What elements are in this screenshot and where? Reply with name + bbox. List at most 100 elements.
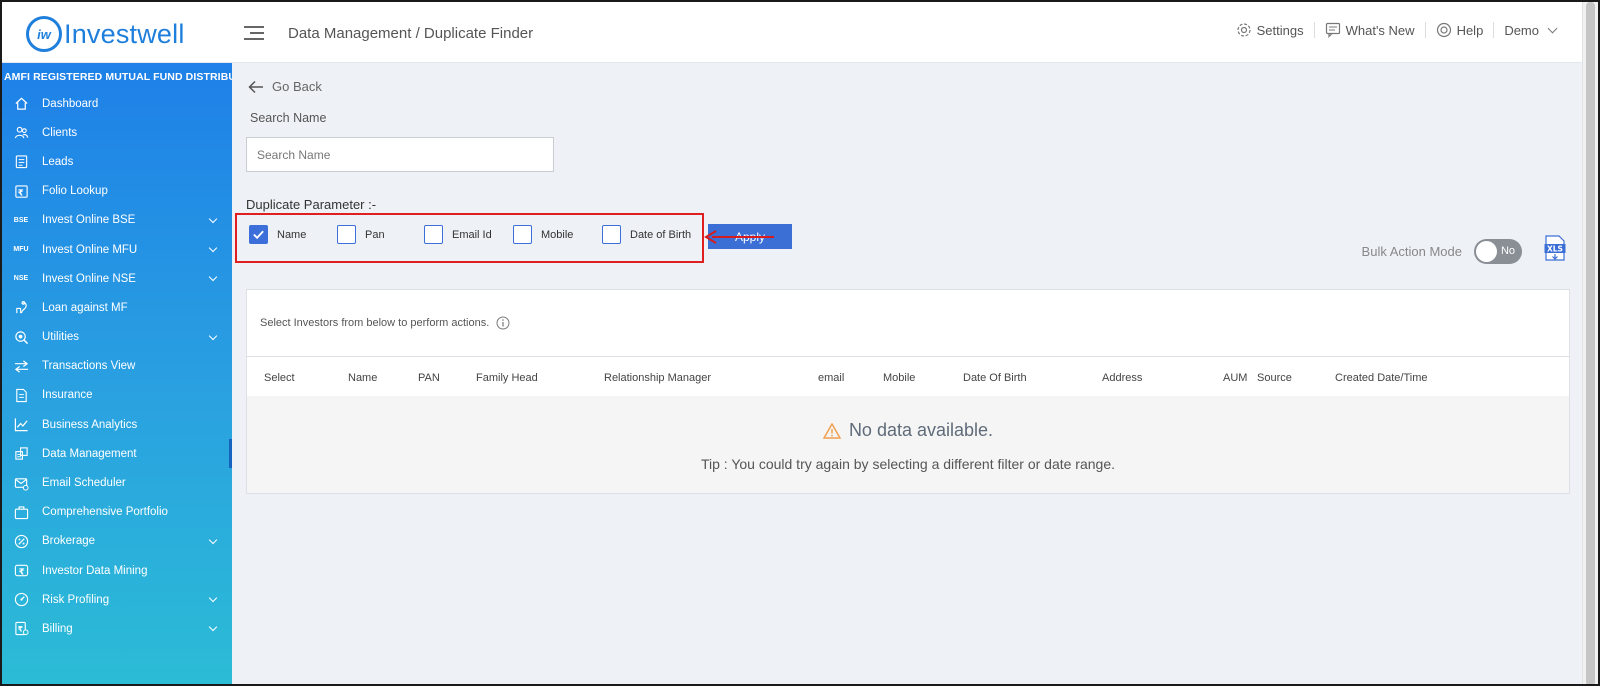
sidebar-item-dashboard[interactable]: Dashboard (2, 89, 232, 118)
chevron-down-icon (208, 243, 218, 253)
scrollbar-thumb[interactable] (1586, 2, 1595, 684)
sidebar-item-insurance[interactable]: Insurance (2, 381, 232, 410)
info-icon[interactable] (496, 316, 510, 330)
chevron-down-icon (208, 331, 218, 340)
user-menu[interactable]: Demo (1494, 23, 1566, 38)
database-icon (12, 445, 30, 463)
duplicate-parameter-label: Duplicate Parameter :- (246, 197, 377, 212)
folio-icon: ₹ (12, 182, 30, 200)
chevron-down-icon (208, 272, 218, 282)
bulk-action-toggle[interactable]: No (1474, 239, 1522, 264)
column-header[interactable]: Relationship Manager (604, 372, 711, 384)
column-header[interactable]: Created Date/Time (1335, 372, 1428, 384)
sidebar-item-comprehensive-portfolio[interactable]: Comprehensive Portfolio (2, 498, 232, 527)
param-label: Name (277, 228, 307, 241)
utilities-icon (12, 328, 30, 346)
param-pan-checkbox[interactable]: Pan (337, 225, 385, 244)
column-header[interactable]: email (818, 372, 844, 384)
users-icon (12, 124, 30, 142)
column-header[interactable]: Select (264, 372, 295, 384)
xls-download-icon[interactable]: XLS (1544, 235, 1566, 261)
sidebar-item-label: Folio Lookup (42, 185, 108, 198)
help-link[interactable]: Help (1426, 22, 1495, 38)
column-header[interactable]: PAN (418, 372, 440, 384)
chart-icon (12, 416, 30, 434)
checkbox-unchecked[interactable] (602, 225, 621, 244)
breadcrumb: Data Management / Duplicate Finder (288, 25, 534, 42)
svg-text:₹: ₹ (18, 566, 24, 576)
param-label: Email Id (452, 228, 492, 241)
rupee-icon: ₹ (12, 562, 30, 580)
whats-new-label: What's New (1345, 22, 1415, 38)
sidebar-item-risk-profiling[interactable]: Risk Profiling (2, 585, 232, 614)
column-header[interactable]: Family Head (476, 372, 538, 384)
sidebar-item-brokerage[interactable]: Brokerage (2, 527, 232, 556)
mfu-icon: MFU (13, 246, 29, 254)
sidebar-item-investor-data-mining[interactable]: ₹ Investor Data Mining (2, 556, 232, 585)
checkbox-checked[interactable] (249, 225, 268, 244)
investors-table-card: Select Investors from below to perform a… (246, 289, 1570, 494)
sidebar-item-label: Transactions View (42, 360, 136, 373)
help-label: Help (1456, 22, 1484, 38)
sidebar-item-data-management[interactable]: Data Management (2, 439, 232, 469)
sidebar-item-label: Billing (42, 622, 73, 635)
user-name: Demo (1504, 22, 1539, 38)
sidebar-item-label: Dashboard (42, 97, 99, 110)
chevron-down-icon (208, 593, 218, 603)
page-scrollbar[interactable] (1582, 2, 1598, 684)
bse-icon: BSE (13, 216, 29, 224)
sidebar-item-label: Comprehensive Portfolio (42, 506, 168, 519)
whats-new-link[interactable]: What's New (1315, 22, 1426, 38)
warning-icon (822, 422, 841, 439)
sidebar-item-label: Email Scheduler (42, 477, 126, 490)
sidebar-item-invest-online-bse[interactable]: BSE Invest Online BSE (2, 206, 232, 235)
checkbox-unchecked[interactable] (424, 225, 443, 244)
search-name-label: Search Name (250, 111, 327, 125)
checkbox-unchecked[interactable] (513, 225, 532, 244)
column-header[interactable]: Mobile (883, 372, 915, 384)
sidebar-item-folio-lookup[interactable]: ₹ Folio Lookup (2, 177, 232, 206)
go-back-link[interactable]: Go Back (248, 79, 322, 94)
toggle-label: No (1500, 245, 1515, 257)
chevron-down-icon (1547, 23, 1558, 33)
red-arrow-annotation (704, 230, 774, 244)
sidebar-item-loan-against-mf[interactable]: Loan against MF (2, 293, 232, 322)
sidebar-item-transactions-view[interactable]: Transactions View (2, 352, 232, 381)
message-icon (1325, 22, 1340, 38)
table-hint: Select Investors from below to perform a… (260, 316, 510, 330)
param-mobile-checkbox[interactable]: Mobile (513, 225, 573, 244)
param-label: Pan (365, 228, 385, 241)
sidebar-item-email-scheduler[interactable]: Email Scheduler (2, 468, 232, 497)
param-email-checkbox[interactable]: Email Id (424, 225, 492, 244)
sidebar-item-leads[interactable]: Leads (2, 147, 232, 176)
sidebar-item-label: Investor Data Mining (42, 564, 148, 577)
percent-icon (12, 532, 30, 550)
column-header[interactable]: AUM (1223, 372, 1247, 384)
search-name-input[interactable] (246, 137, 554, 172)
sidebar-item-invest-online-nse[interactable]: NSE Invest Online NSE (2, 264, 232, 293)
sidebar-item-utilities[interactable]: Utilities (2, 323, 232, 352)
sidebar-item-clients[interactable]: Clients (2, 118, 232, 147)
app-window: iw Investwell Data Management / Duplicat… (0, 0, 1600, 686)
sidebar-item-label: Leads (42, 155, 74, 168)
settings-link[interactable]: Settings (1226, 22, 1315, 38)
chevron-down-icon (208, 214, 218, 223)
param-name-checkbox[interactable]: Name (249, 225, 306, 244)
sidebar-item-label: Risk Profiling (42, 593, 110, 606)
sidebar-item-invest-online-mfu[interactable]: MFU Invest Online MFU (2, 235, 232, 264)
checkbox-unchecked[interactable] (337, 225, 356, 244)
sidebar-item-business-analytics[interactable]: Business Analytics (2, 410, 232, 439)
menu-toggle-icon[interactable] (244, 26, 264, 42)
bulk-action-label: Bulk Action Mode (1361, 244, 1462, 259)
transfer-icon (12, 357, 30, 375)
table-header: Select Name PAN Family Head Relationship… (247, 356, 1569, 396)
param-dob-checkbox[interactable]: Date of Birth (602, 225, 691, 244)
column-header[interactable]: Source (1257, 372, 1292, 384)
sidebar-item-billing[interactable]: ₹ Billing (2, 614, 232, 643)
sidebar-item-label: Invest Online NSE (42, 272, 136, 285)
column-header[interactable]: Name (348, 372, 377, 384)
column-header[interactable]: Date Of Birth (963, 372, 1027, 384)
column-header[interactable]: Address (1102, 372, 1142, 384)
sidebar-item-label: Invest Online MFU (42, 243, 138, 256)
investwell-logo[interactable]: iw Investwell (26, 16, 185, 52)
